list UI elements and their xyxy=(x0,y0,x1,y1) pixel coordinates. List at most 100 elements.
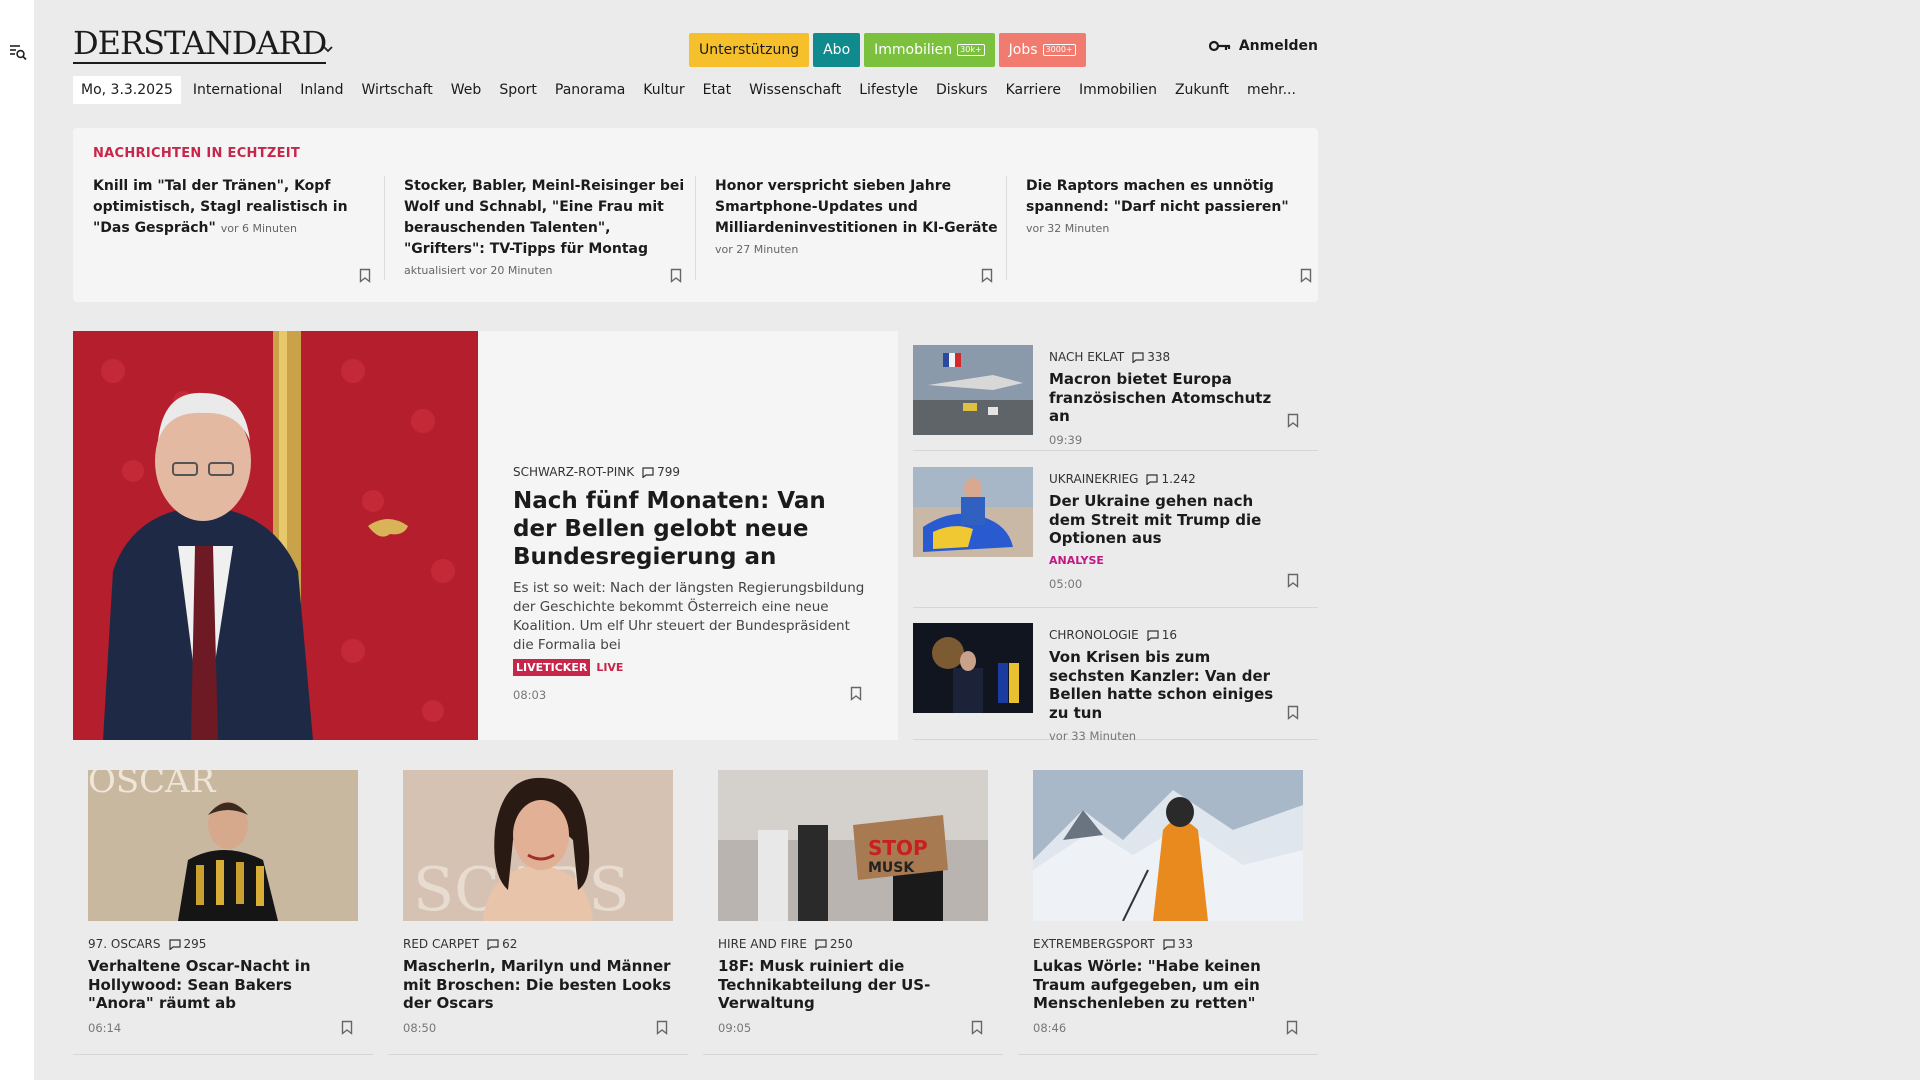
teaser-card[interactable]: EXTREMBERGSPORT 33 Lukas Wörle: "Habe ke… xyxy=(1018,770,1318,1055)
side-article[interactable]: CHRONOLOGIE 16 Von Krisen bis zum sechst… xyxy=(913,623,1318,743)
chevron-down-icon[interactable] xyxy=(321,42,335,56)
article-title[interactable]: Macron bietet Europa französischen Atoms… xyxy=(1049,370,1289,426)
teaser-card[interactable]: STOP MUSK HIRE AND FIRE 250 18F: Musk ru… xyxy=(703,770,1003,1055)
comment-count[interactable]: 33 xyxy=(1163,937,1193,951)
hero-article[interactable]: SCHWARZ-ROT-PINK 799 Nach fünf Monaten: … xyxy=(73,331,898,740)
comment-count[interactable]: 62 xyxy=(487,937,517,951)
nav-item-lifestyle[interactable]: Lifestyle xyxy=(859,82,918,98)
nav-item-kultur[interactable]: Kultur xyxy=(643,82,684,98)
nav-item-etat[interactable]: Etat xyxy=(703,82,731,98)
nav-item-web[interactable]: Web xyxy=(451,82,482,98)
article-thumbnail[interactable] xyxy=(913,345,1033,435)
bookmark-icon[interactable] xyxy=(1287,705,1299,720)
article-image[interactable]: SCARS xyxy=(403,770,673,921)
side-article[interactable]: UKRAINEKRIEG 1.242 Der Ukraine gehen nac… xyxy=(913,467,1318,608)
comment-count-value: 16 xyxy=(1161,628,1178,642)
bookmark-icon[interactable] xyxy=(1287,413,1299,428)
bookmark-icon[interactable] xyxy=(1287,573,1299,588)
divider xyxy=(1006,176,1007,280)
ticker-item[interactable]: Honor verspricht sieben Jahre Smartphone… xyxy=(715,176,1007,286)
comment-count-value: 1.242 xyxy=(1161,472,1196,486)
hero-title[interactable]: Nach fünf Monaten: Van der Bellen gelobt… xyxy=(513,487,873,571)
comment-count-value: 62 xyxy=(502,937,518,951)
article-title[interactable]: 18F: Musk ruiniert die Technikabteilung … xyxy=(718,957,988,1013)
hero-lead: Es ist so weit: Nach der längsten Regier… xyxy=(513,580,865,653)
comment-icon xyxy=(815,938,827,950)
bookmark-icon[interactable] xyxy=(1286,1020,1298,1035)
site-logo[interactable]: DERSTANDARD xyxy=(73,26,327,64)
comment-count[interactable]: 338 xyxy=(1132,350,1170,364)
nav-item-sport[interactable]: Sport xyxy=(499,82,537,98)
jobs-button[interactable]: Jobs 3000+ xyxy=(998,33,1086,67)
abo-button[interactable]: Abo xyxy=(813,33,861,67)
ticker-item[interactable]: Die Raptors machen es unnötig spannend: … xyxy=(1026,176,1318,286)
article-thumbnail[interactable] xyxy=(913,467,1033,557)
bookmark-icon[interactable] xyxy=(850,686,862,701)
nav-item-zukunft[interactable]: Zukunft xyxy=(1175,82,1229,98)
article-image[interactable] xyxy=(1033,770,1303,921)
kicker-label: CHRONOLOGIE xyxy=(1049,628,1139,642)
side-article-body: CHRONOLOGIE 16 Von Krisen bis zum sechst… xyxy=(1049,628,1289,743)
article-thumbnail[interactable] xyxy=(913,623,1033,713)
divider xyxy=(695,176,696,280)
nav-item-wissenschaft[interactable]: Wissenschaft xyxy=(749,82,841,98)
nav-item-immobilien[interactable]: Immobilien xyxy=(1079,82,1157,98)
nav-item-international[interactable]: International xyxy=(193,82,282,98)
bookmark-icon[interactable] xyxy=(656,1020,668,1035)
bookmark-icon[interactable] xyxy=(981,268,993,283)
hero-image[interactable] xyxy=(73,331,478,740)
card-body: RED CARPET 62 Mascherln, Marilyn und Män… xyxy=(403,937,673,1035)
nav-item-panorama[interactable]: Panorama xyxy=(555,82,625,98)
article-title[interactable]: Lukas Wörle: "Habe keinen Traum aufgegeb… xyxy=(1033,957,1303,1013)
card-body: EXTREMBERGSPORT 33 Lukas Wörle: "Habe ke… xyxy=(1033,937,1303,1035)
comment-count-value: 250 xyxy=(829,937,853,951)
article-kicker: UKRAINEKRIEG 1.242 xyxy=(1049,472,1289,486)
article-kicker: 97. OSCARS 295 xyxy=(88,937,358,951)
bookmark-icon[interactable] xyxy=(971,1020,983,1035)
comment-count[interactable]: 1.242 xyxy=(1146,472,1196,486)
article-title[interactable]: Verhaltene Oscar-Nacht in Hollywood: Sea… xyxy=(88,957,358,1013)
article-time: 05:00 xyxy=(1049,576,1083,591)
bookmark-icon[interactable] xyxy=(1300,268,1312,283)
side-article[interactable]: NACH EKLAT 338 Macron bietet Europa fran… xyxy=(913,345,1318,451)
comment-count[interactable]: 799 xyxy=(642,465,680,479)
ticker-item[interactable]: Knill im "Tal der Tränen", Kopf optimist… xyxy=(93,176,385,286)
live-badge: LIVE xyxy=(596,661,624,674)
login-button[interactable]: Anmelden xyxy=(1208,38,1318,54)
nav-item-more[interactable]: mehr... xyxy=(1247,82,1296,98)
kicker-label: RED CARPET xyxy=(403,937,480,951)
comment-icon xyxy=(1163,938,1175,950)
comment-count[interactable]: 295 xyxy=(168,937,206,951)
nav-item-wirtschaft[interactable]: Wirtschaft xyxy=(361,82,432,98)
bookmark-icon[interactable] xyxy=(359,268,371,283)
menu-search-icon[interactable] xyxy=(9,43,27,61)
comment-icon xyxy=(1146,473,1159,485)
article-title[interactable]: Von Krisen bis zum sechsten Kanzler: Van… xyxy=(1049,648,1289,722)
nav-item-diskurs[interactable]: Diskurs xyxy=(936,82,988,98)
support-button[interactable]: Unterstützung xyxy=(689,33,810,67)
immobilien-button[interactable]: Immobilien 30k+ xyxy=(864,33,995,67)
article-time: 08:46 xyxy=(1033,1020,1067,1035)
article-image[interactable]: OSCAR xyxy=(88,770,358,921)
ticker-item-time: vor 32 Minuten xyxy=(1026,222,1110,235)
teaser-card[interactable]: OSCAR 97. OSCARS 295 Verhaltene Oscar-Na… xyxy=(73,770,373,1055)
comment-count-value: 799 xyxy=(657,465,680,479)
article-time: 09:39 xyxy=(1049,432,1083,447)
comment-count[interactable]: 16 xyxy=(1147,628,1177,642)
article-time: 06:14 xyxy=(88,1020,122,1035)
article-kicker: CHRONOLOGIE 16 xyxy=(1049,628,1289,642)
nav-item-inland[interactable]: Inland xyxy=(300,82,343,98)
nav-item-karriere[interactable]: Karriere xyxy=(1006,82,1061,98)
comment-count-value: 338 xyxy=(1147,350,1171,364)
login-label: Anmelden xyxy=(1238,38,1318,54)
article-time: vor 33 Minuten xyxy=(1049,729,1137,743)
article-image[interactable]: STOP MUSK xyxy=(718,770,988,921)
article-title[interactable]: Der Ukraine gehen nach dem Streit mit Tr… xyxy=(1049,492,1289,548)
ticker-item[interactable]: Stocker, Babler, Meinl-Reisinger bei Wol… xyxy=(404,176,696,286)
comment-count[interactable]: 250 xyxy=(815,937,853,951)
ticker-title: NACHRICHTEN IN ECHTZEIT xyxy=(93,146,301,161)
bookmark-icon[interactable] xyxy=(341,1020,353,1035)
teaser-card[interactable]: SCARS RED CARPET 62 Mascherln, Marilyn u… xyxy=(388,770,688,1055)
article-title[interactable]: Mascherln, Marilyn und Männer mit Brosch… xyxy=(403,957,673,1013)
bookmark-icon[interactable] xyxy=(670,268,682,283)
